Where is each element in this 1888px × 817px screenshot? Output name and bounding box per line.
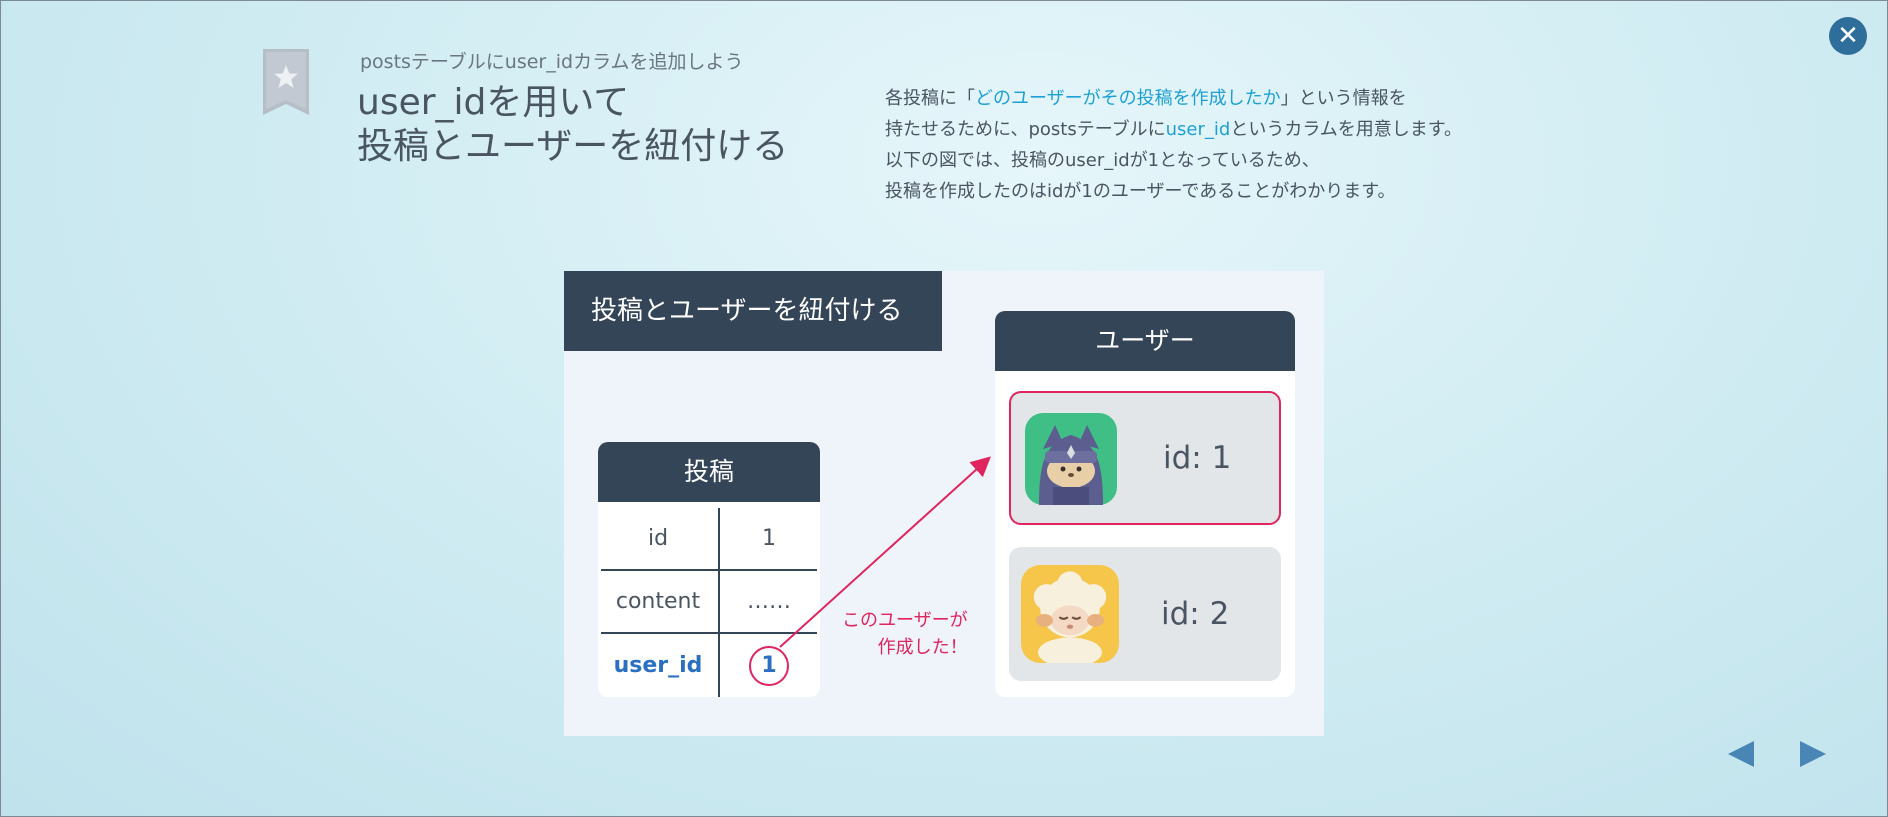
next-arrow-icon [1800, 741, 1826, 767]
desc-highlight: user_id [1165, 119, 1231, 140]
next-button[interactable] [1798, 739, 1828, 769]
desc-text: 各投稿に「 [885, 88, 975, 109]
close-button[interactable]: ✕ [1829, 17, 1867, 55]
desc-text: 」という情報を [1280, 88, 1407, 109]
desc-text: 投稿を作成したのはidが1のユーザーであることがわかります。 [885, 181, 1396, 202]
page-title: user_idを用いて 投稿とユーザーを紐付ける [357, 82, 789, 167]
close-icon: ✕ [1837, 21, 1859, 51]
lesson-subtitle: postsテーブルにuser_idカラムを追加しよう [360, 51, 744, 73]
bookmark-button[interactable] [263, 49, 309, 115]
relation-arrow [779, 456, 991, 648]
desc-text: 持たせるために、postsテーブルに [885, 119, 1166, 140]
desc-text: 以下の図では、投稿のuser_idが1となっているため、 [885, 150, 1320, 171]
prev-button[interactable] [1726, 739, 1756, 769]
description: 各投稿に「どのユーザーがその投稿を作成したか」という情報を 持たせるために、po… [885, 83, 1462, 207]
desc-highlight: どのユーザーがその投稿を作成したか [975, 88, 1281, 109]
relation-diagram: 投稿とユーザーを紐付ける 投稿 id 1 content …… user_id … [564, 271, 1324, 736]
prev-arrow-icon [1728, 741, 1754, 767]
star-bookmark-icon [263, 49, 309, 115]
desc-text: というカラムを用意します。 [1230, 119, 1462, 140]
